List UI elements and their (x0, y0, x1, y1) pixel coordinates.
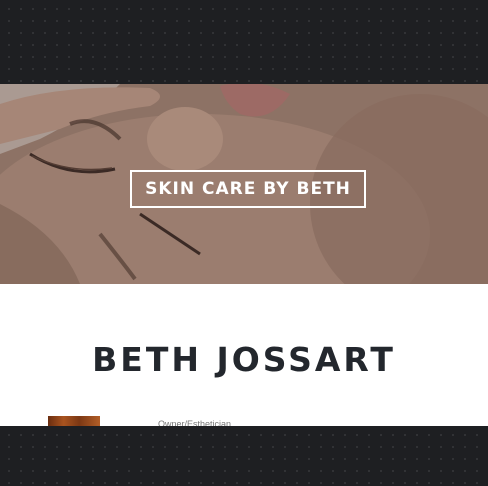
hero-title-box: SKIN CARE BY BETH (130, 170, 366, 208)
hero-banner: SKIN CARE BY BETH (0, 84, 488, 284)
page: SKIN CARE BY BETH BETH JOSSART Owner/Est… (0, 0, 488, 486)
profile-name-heading: BETH JOSSART (92, 340, 396, 379)
hero-title: SKIN CARE BY BETH (145, 179, 351, 199)
top-dotted-band (0, 0, 488, 84)
bottom-dotted-band (0, 426, 488, 486)
